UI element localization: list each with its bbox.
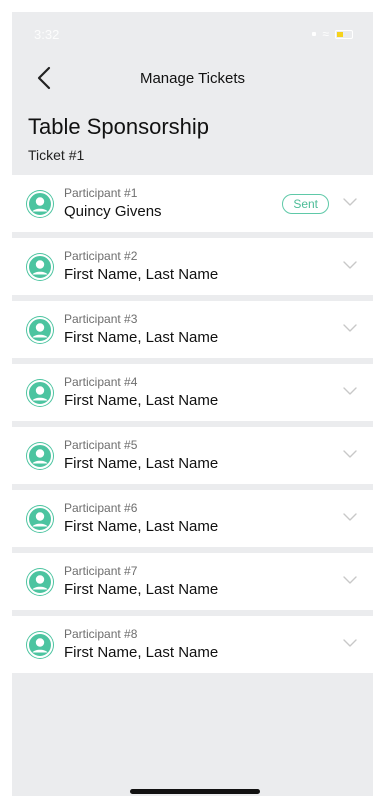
participant-row[interactable]: Participant #1 Quincy Givens Sent xyxy=(12,175,373,233)
participant-text: Participant #7 First Name, Last Name xyxy=(64,564,218,599)
participant-label: Participant #4 xyxy=(64,375,138,390)
chevron-down-icon[interactable] xyxy=(343,323,357,333)
page-title: Table Sponsorship xyxy=(28,114,210,139)
participant-row[interactable]: Participant #2 First Name, Last Name xyxy=(12,238,373,296)
status-badge: Sent xyxy=(282,194,329,215)
chevron-down-icon[interactable] xyxy=(343,197,357,207)
avatar-icon xyxy=(26,441,54,470)
participant-row[interactable]: Participant #6 First Name, Last Name xyxy=(12,490,373,548)
participant-row[interactable]: Participant #7 First Name, Last Name xyxy=(12,553,373,611)
participant-label: Participant #7 xyxy=(64,564,138,579)
participant-name: First Name, Last Name xyxy=(64,266,219,284)
wifi-icon: ≈ xyxy=(322,27,329,41)
status-bar: 3:32 ≈ xyxy=(12,12,373,56)
participant-text: Participant #3 First Name, Last Name xyxy=(64,312,218,347)
participant-list: Participant #1 Quincy Givens Sent Partic… xyxy=(12,175,373,674)
participant-label: Participant #8 xyxy=(64,627,138,642)
participant-label: Participant #6 xyxy=(64,501,138,516)
participant-row[interactable]: Participant #4 First Name, Last Name xyxy=(12,364,373,422)
participant-name: First Name, Last Name xyxy=(64,329,219,347)
participant-label: Participant #5 xyxy=(64,438,138,453)
avatar-icon xyxy=(26,567,54,596)
participant-row[interactable]: Participant #8 First Name, Last Name xyxy=(12,616,373,674)
ticket-label: Ticket #1 xyxy=(28,147,85,164)
participant-name: First Name, Last Name xyxy=(64,392,219,410)
avatar-icon xyxy=(26,378,54,407)
status-time: 3:32 xyxy=(34,26,60,42)
participant-name: First Name, Last Name xyxy=(64,518,219,536)
participant-text: Participant #1 Quincy Givens xyxy=(64,186,162,221)
chevron-down-icon[interactable] xyxy=(343,638,357,648)
participant-row[interactable]: Participant #3 First Name, Last Name xyxy=(12,301,373,359)
participant-name: Quincy Givens xyxy=(64,203,162,221)
avatar-icon xyxy=(26,252,54,281)
chevron-down-icon[interactable] xyxy=(343,512,357,522)
participant-text: Participant #5 First Name, Last Name xyxy=(64,438,218,473)
page-header: Table Sponsorship Ticket #1 xyxy=(12,100,373,173)
participant-row[interactable]: Participant #5 First Name, Last Name xyxy=(12,427,373,485)
participant-name: First Name, Last Name xyxy=(64,581,219,599)
chevron-left-icon xyxy=(37,66,51,90)
signal-icon xyxy=(312,32,317,36)
battery-icon xyxy=(335,29,353,39)
nav-title: Manage Tickets xyxy=(139,69,246,87)
participant-text: Participant #6 First Name, Last Name xyxy=(64,501,218,536)
chevron-down-icon[interactable] xyxy=(343,386,357,396)
avatar-icon xyxy=(26,630,54,659)
participant-label: Participant #2 xyxy=(64,249,138,264)
back-button[interactable] xyxy=(30,64,58,92)
navigation-bar: Manage Tickets xyxy=(12,56,373,100)
participant-label: Participant #3 xyxy=(64,312,138,327)
phone-screen: 3:32 ≈ Manage Tickets Table Sponsorship … xyxy=(12,12,373,796)
avatar-icon xyxy=(26,504,54,533)
participant-name: First Name, Last Name xyxy=(64,455,219,473)
participant-text: Participant #2 First Name, Last Name xyxy=(64,249,218,284)
participant-name: First Name, Last Name xyxy=(64,644,219,662)
home-indicator xyxy=(130,789,260,794)
participant-label: Participant #1 xyxy=(64,186,138,201)
avatar-icon xyxy=(26,189,54,218)
status-icons: ≈ xyxy=(312,27,353,41)
chevron-down-icon[interactable] xyxy=(343,449,357,459)
participant-text: Participant #4 First Name, Last Name xyxy=(64,375,218,410)
chevron-down-icon[interactable] xyxy=(343,260,357,270)
chevron-down-icon[interactable] xyxy=(343,575,357,585)
participant-text: Participant #8 First Name, Last Name xyxy=(64,627,218,662)
avatar-icon xyxy=(26,315,54,344)
